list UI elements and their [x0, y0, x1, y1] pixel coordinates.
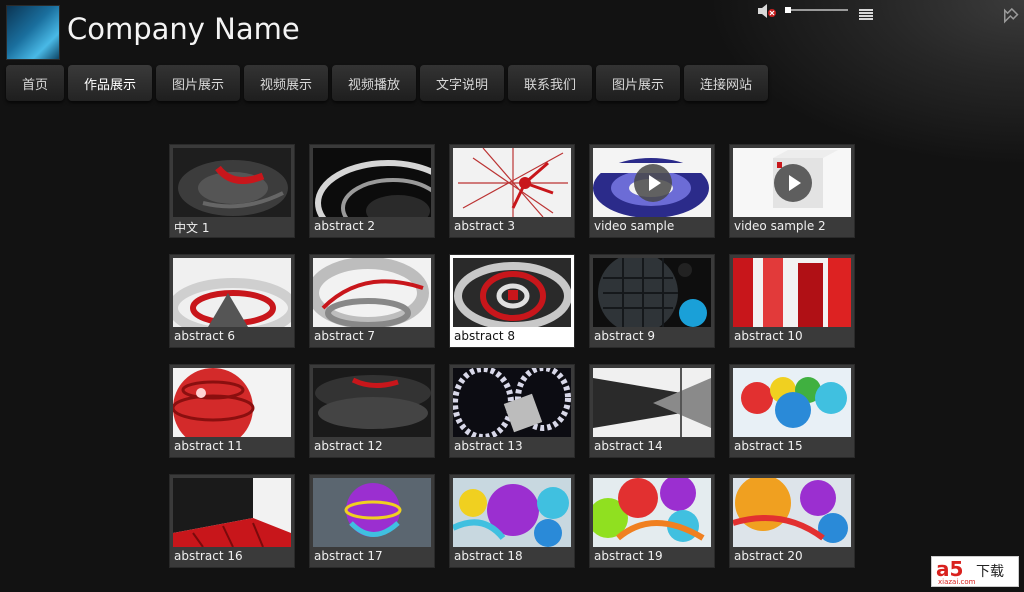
logo: [6, 5, 60, 60]
list-menu-icon[interactable]: [859, 5, 873, 20]
gallery-item-label: abstract 13: [454, 439, 523, 453]
gallery-item[interactable]: abstract 18: [449, 474, 575, 568]
thumbnail: [173, 478, 291, 547]
thumbnail: [313, 148, 431, 217]
nav-item-videos[interactable]: 视频展示: [244, 65, 328, 101]
thumbnail: [453, 478, 571, 547]
play-icon[interactable]: [774, 164, 812, 202]
gallery-item-label: abstract 6: [174, 329, 235, 343]
nav-item-home[interactable]: 首页: [6, 65, 64, 101]
play-icon[interactable]: [634, 164, 672, 202]
gallery-item-label: abstract 19: [594, 549, 663, 563]
nav-label: 作品展示: [83, 77, 136, 93]
gallery-item-label: abstract 18: [454, 549, 523, 563]
gallery-item[interactable]: abstract 16: [169, 474, 295, 568]
gallery-item[interactable]: abstract 13: [449, 364, 575, 458]
nav-item-text[interactable]: 文字说明: [420, 65, 504, 101]
gallery-item-label: abstract 20: [734, 549, 803, 563]
gallery-item-label: abstract 16: [174, 549, 243, 563]
gallery-item-video[interactable]: video sample 2: [729, 144, 855, 238]
volume-slider[interactable]: [786, 9, 848, 11]
nav-label: 首页: [21, 77, 48, 93]
gallery-item[interactable]: abstract 15: [729, 364, 855, 458]
gallery-item-label: 中文 1: [174, 221, 210, 235]
nav-item-links[interactable]: 连接网站: [684, 65, 768, 101]
gallery-item[interactable]: abstract 2: [309, 144, 435, 238]
gallery-item-label: video sample: [594, 219, 675, 233]
nav-label: 联系我们: [523, 77, 576, 93]
nav-label: 文字说明: [435, 77, 488, 93]
thumbnail: [173, 148, 291, 217]
nav-label: 图片展示: [611, 77, 664, 93]
thumbnail: [313, 368, 431, 437]
gallery-item-label: abstract 12: [314, 439, 383, 453]
thumbnail: [733, 258, 851, 327]
gallery-item-label: abstract 10: [734, 329, 803, 343]
gallery-item[interactable]: 中文 1: [169, 144, 295, 238]
fullscreen-arrow-icon[interactable]: [998, 5, 1020, 27]
nav-label: 视频播放: [347, 77, 400, 93]
gallery-item-label: abstract 2: [314, 219, 375, 233]
nav-item-video-play[interactable]: 视频播放: [332, 65, 416, 101]
gallery-item-selected[interactable]: abstract 8: [449, 254, 575, 348]
volume-knob[interactable]: [785, 7, 791, 13]
thumbnail: [453, 368, 571, 437]
thumbnail: [453, 148, 571, 217]
thumbnail: [593, 148, 711, 217]
gallery-item-label: video sample 2: [734, 219, 826, 233]
gallery-item-label: abstract 7: [314, 329, 375, 343]
gallery-item-label: abstract 14: [594, 439, 663, 453]
nav-item-works[interactable]: 作品展示: [68, 65, 152, 101]
gallery-item[interactable]: abstract 14: [589, 364, 715, 458]
thumbnail: [173, 368, 291, 437]
thumbnail: [173, 258, 291, 327]
thumbnail: [733, 368, 851, 437]
gallery-item-label: abstract 11: [174, 439, 243, 453]
gallery-item-label: abstract 17: [314, 549, 383, 563]
thumbnail: [593, 258, 711, 327]
gallery-item-label: abstract 15: [734, 439, 803, 453]
thumbnail: [593, 368, 711, 437]
thumbnail: [733, 478, 851, 547]
gallery-item[interactable]: abstract 11: [169, 364, 295, 458]
nav-label: 视频展示: [259, 77, 312, 93]
gallery-item[interactable]: abstract 12: [309, 364, 435, 458]
watermark-url: xiazai.com: [938, 578, 976, 586]
thumbnail: [313, 478, 431, 547]
gallery-item[interactable]: abstract 7: [309, 254, 435, 348]
gallery-item-label: abstract 3: [454, 219, 515, 233]
speaker-muted-icon[interactable]: [757, 3, 779, 18]
thumbnail: [453, 258, 571, 327]
nav-item-images-2[interactable]: 图片展示: [596, 65, 680, 101]
gallery-item-video[interactable]: video sample: [589, 144, 715, 238]
thumbnail: [313, 258, 431, 327]
gallery-item[interactable]: abstract 17: [309, 474, 435, 568]
thumbnail: [593, 478, 711, 547]
gallery-item[interactable]: abstract 20: [729, 474, 855, 568]
company-name: Company Name: [67, 12, 300, 46]
gallery-item[interactable]: abstract 6: [169, 254, 295, 348]
gallery-item-label: abstract 8: [454, 329, 515, 343]
watermark-text: 下载: [976, 564, 1004, 580]
gallery-item[interactable]: abstract 10: [729, 254, 855, 348]
nav-item-contact[interactable]: 联系我们: [508, 65, 592, 101]
gallery-item[interactable]: abstract 3: [449, 144, 575, 238]
gallery-item-label: abstract 9: [594, 329, 655, 343]
nav-label: 图片展示: [171, 77, 224, 93]
nav-label: 连接网站: [699, 77, 752, 93]
thumbnail: [733, 148, 851, 217]
gallery-item[interactable]: abstract 9: [589, 254, 715, 348]
nav-item-images[interactable]: 图片展示: [156, 65, 240, 101]
site-watermark-logo: a5 下载 xiazai.com: [931, 556, 1019, 587]
gallery-item[interactable]: abstract 19: [589, 474, 715, 568]
